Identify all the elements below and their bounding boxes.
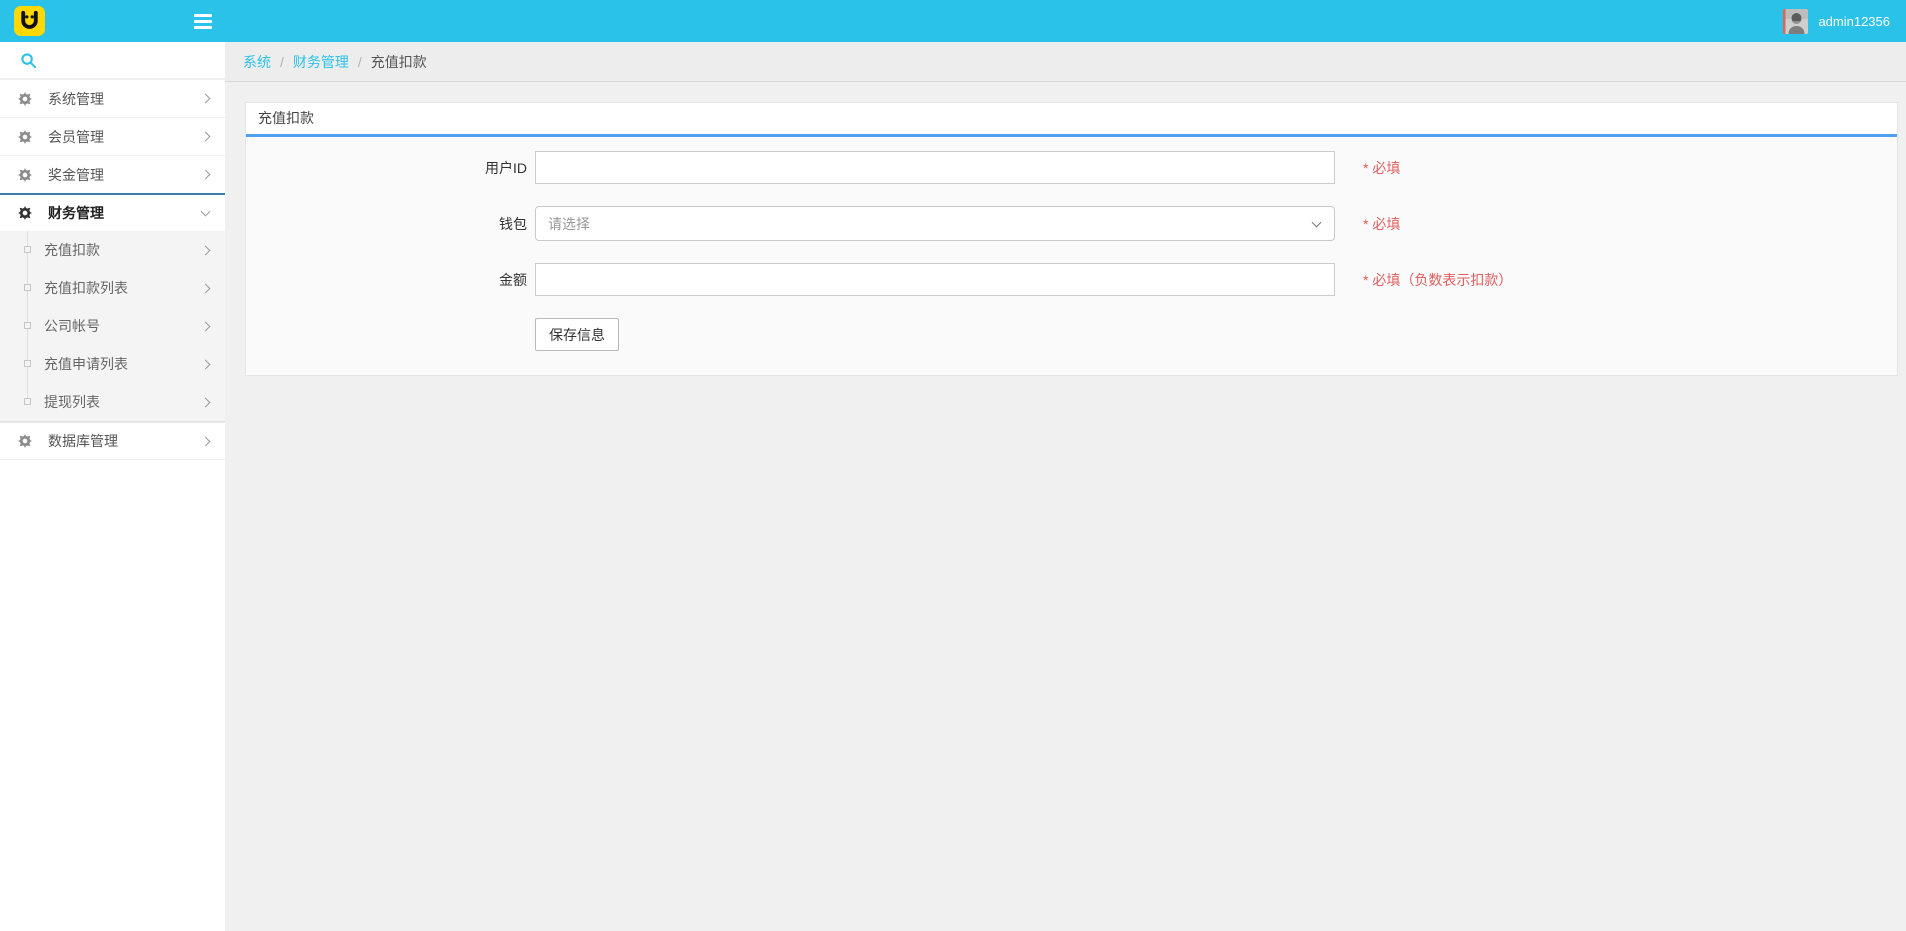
- chevron-right-icon: [201, 359, 211, 369]
- tree-bullet-icon: [24, 284, 31, 291]
- tree-bullet-icon: [24, 360, 31, 367]
- search-icon: [21, 53, 36, 68]
- panel-title: 充值扣款: [246, 103, 1897, 134]
- submenu-item-label: 提现列表: [44, 392, 202, 412]
- submenu-item-label: 充值扣款列表: [44, 278, 202, 298]
- sidebar-item-label: 会员管理: [48, 127, 202, 147]
- tree-bullet-icon: [24, 398, 31, 405]
- sidebar-toggle-button[interactable]: [194, 0, 222, 42]
- sidebar-search[interactable]: [0, 42, 225, 79]
- wallet-label: 钱包: [246, 214, 527, 234]
- form-row-wallet: 钱包 请选择 * 必填: [246, 206, 1897, 241]
- breadcrumb-separator: /: [280, 54, 284, 70]
- chevron-down-icon: [1312, 217, 1322, 227]
- submenu-item-label: 充值申请列表: [44, 354, 202, 374]
- chevron-down-icon: [201, 207, 211, 217]
- user-id-input[interactable]: [535, 151, 1335, 184]
- chevron-right-icon: [201, 132, 211, 142]
- chevron-right-icon: [201, 94, 211, 104]
- sidebar-item-label: 系统管理: [48, 89, 202, 109]
- breadcrumb-separator: /: [358, 54, 362, 70]
- submenu-item-recharge-request-list[interactable]: 充值申请列表: [0, 345, 225, 383]
- breadcrumb-link-finance[interactable]: 财务管理: [293, 52, 349, 72]
- required-note: * 必填: [1363, 214, 1400, 234]
- smiley-logo-icon[interactable]: [14, 6, 45, 36]
- sidebar-item-label: 财务管理: [48, 203, 202, 223]
- wallet-select-value: 请选择: [548, 214, 1313, 234]
- gear-icon: [18, 434, 32, 448]
- chevron-right-icon: [201, 397, 211, 407]
- sidebar-item-database[interactable]: 数据库管理: [0, 422, 225, 460]
- submenu-item-withdraw-list[interactable]: 提现列表: [0, 383, 225, 421]
- breadcrumb-current: 充值扣款: [371, 52, 427, 72]
- user-id-label: 用户ID: [246, 158, 527, 178]
- main-content: 系统 / 财务管理 / 充值扣款 充值扣款 用户ID * 必填 钱包: [225, 42, 1906, 931]
- wallet-select[interactable]: 请选择: [535, 206, 1335, 241]
- panel-body: 用户ID * 必填 钱包 请选择 * 必填: [246, 137, 1897, 375]
- sidebar-item-bonus[interactable]: 奖金管理: [0, 155, 225, 193]
- hamburger-icon: [194, 14, 212, 17]
- save-button[interactable]: 保存信息: [535, 318, 619, 351]
- sidebar-item-finance[interactable]: 财务管理: [0, 193, 225, 231]
- tree-bullet-icon: [24, 246, 31, 253]
- form-row-user-id: 用户ID * 必填: [246, 151, 1897, 184]
- amount-input[interactable]: [535, 263, 1335, 296]
- top-header-bar: admin12356: [0, 0, 1906, 42]
- chevron-right-icon: [201, 283, 211, 293]
- sidebar-item-label: 奖金管理: [48, 165, 202, 185]
- submenu-item-company-account[interactable]: 公司帐号: [0, 307, 225, 345]
- gear-icon: [18, 206, 32, 220]
- sidebar-item-system[interactable]: 系统管理: [0, 79, 225, 117]
- button-row: 保存信息: [535, 318, 1897, 351]
- breadcrumb: 系统 / 财务管理 / 充值扣款: [225, 42, 1906, 82]
- breadcrumb-link-system[interactable]: 系统: [243, 52, 271, 72]
- user-menu[interactable]: admin12356: [1783, 0, 1890, 42]
- chevron-right-icon: [201, 245, 211, 255]
- submenu-item-recharge-deduct[interactable]: 充值扣款: [0, 231, 225, 269]
- username-label: admin12356: [1818, 14, 1890, 29]
- submenu-item-recharge-deduct-list[interactable]: 充值扣款列表: [0, 269, 225, 307]
- user-avatar: [1783, 9, 1808, 34]
- required-note: * 必填: [1363, 158, 1400, 178]
- tree-bullet-icon: [24, 322, 31, 329]
- sidebar-item-label: 数据库管理: [48, 431, 202, 451]
- gear-icon: [18, 130, 32, 144]
- hamburger-icon: [194, 26, 212, 29]
- submenu-item-label: 公司帐号: [44, 316, 202, 336]
- finance-submenu: 充值扣款 充值扣款列表 公司帐号 充值申请列表 提现列表: [0, 231, 225, 422]
- amount-label: 金额: [246, 270, 527, 290]
- sidebar: 系统管理 会员管理 奖金管理 财务管理 充值扣款: [0, 42, 225, 931]
- form-row-amount: 金额 * 必填（负数表示扣款）: [246, 263, 1897, 296]
- recharge-deduct-panel: 充值扣款 用户ID * 必填 钱包 请选择: [245, 102, 1898, 376]
- submenu-item-label: 充值扣款: [44, 240, 202, 260]
- gear-icon: [18, 92, 32, 106]
- chevron-right-icon: [201, 436, 211, 446]
- gear-icon: [18, 168, 32, 182]
- hamburger-icon: [194, 20, 212, 23]
- sidebar-item-members[interactable]: 会员管理: [0, 117, 225, 155]
- required-note: * 必填（负数表示扣款）: [1363, 270, 1512, 290]
- admin-app: admin12356 系统管理 会员管理 奖金管理 财务管理: [0, 0, 1906, 931]
- chevron-right-icon: [201, 170, 211, 180]
- chevron-right-icon: [201, 321, 211, 331]
